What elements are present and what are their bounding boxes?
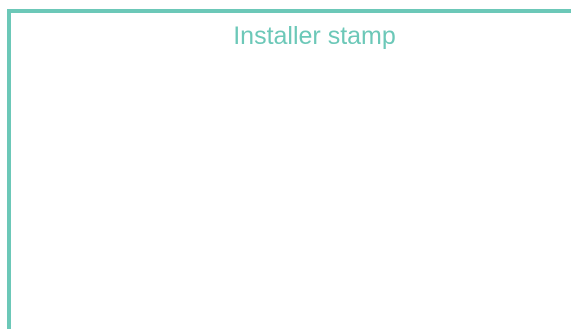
installer-stamp-label: Installer stamp	[233, 22, 396, 50]
installer-stamp-box	[7, 9, 571, 329]
